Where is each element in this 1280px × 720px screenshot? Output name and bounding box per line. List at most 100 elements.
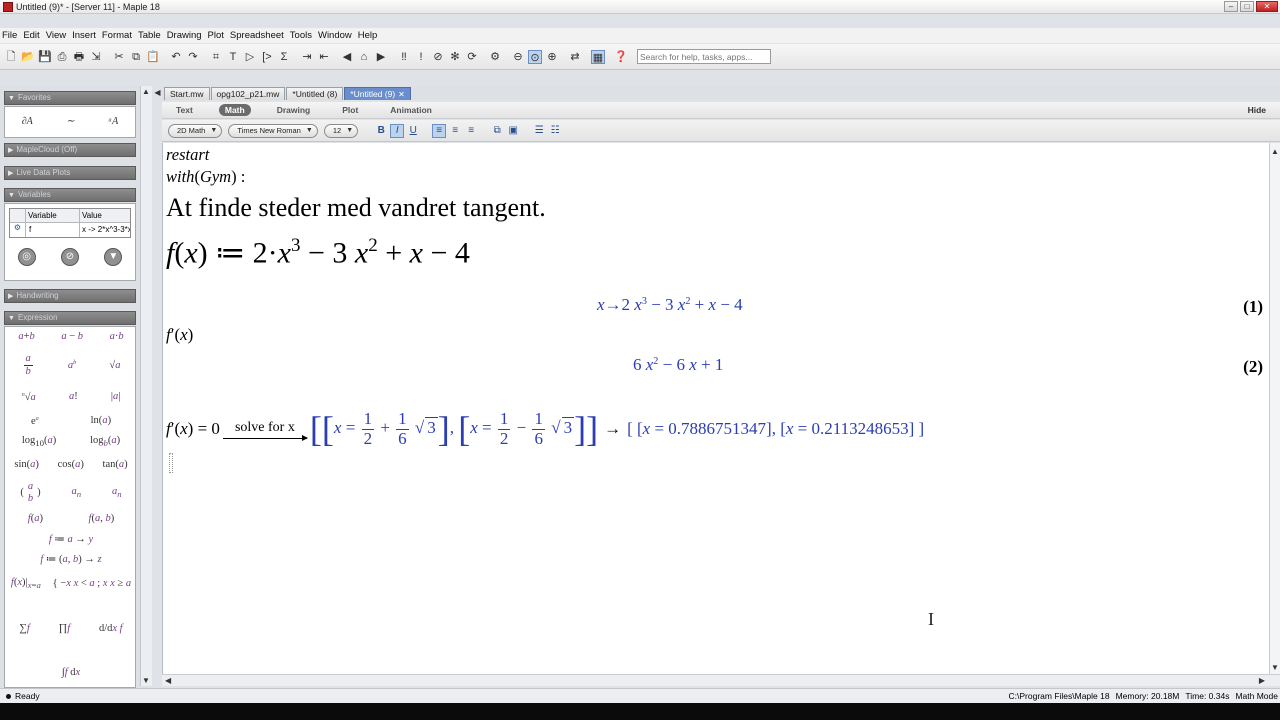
settings-icon[interactable]: ⚙ <box>488 50 502 64</box>
font-dropdown[interactable]: Times New Roman <box>228 123 318 138</box>
expression-item[interactable]: f(a, b) <box>89 513 115 524</box>
font-size-dropdown[interactable]: 12 <box>323 123 359 138</box>
highlight-icon[interactable]: ▣ <box>506 124 520 138</box>
cut-icon[interactable]: ✂ <box>112 50 126 64</box>
favorite-item[interactable]: ∂A <box>22 116 33 127</box>
sum-icon[interactable]: Σ <box>277 50 291 64</box>
section-heading[interactable]: At finde steder med vandret tangent. <box>166 193 546 223</box>
hide-button[interactable]: Hide <box>1248 105 1266 115</box>
expression-item[interactable]: d/dx f <box>99 623 123 634</box>
align-left-icon[interactable]: ≡ <box>432 123 447 138</box>
menu-help[interactable]: Help <box>358 30 378 41</box>
print-icon[interactable]: 🖶 <box>72 50 86 64</box>
maximize-icon[interactable]: □ <box>1240 1 1254 12</box>
mode-text[interactable]: Text <box>170 104 199 116</box>
help-icon[interactable]: ❓ <box>614 50 628 64</box>
mode-plot[interactable]: Plot <box>336 104 364 116</box>
sidebar-scrollbar[interactable]: ▲ ▼ <box>140 86 152 686</box>
with-command[interactable]: with(Gym) : <box>166 167 245 187</box>
tab-start[interactable]: Start.mw <box>164 87 210 100</box>
expression-item[interactable]: a! <box>69 391 78 402</box>
worksheet[interactable]: restart with(Gym) : At finde steder med … <box>162 143 1269 674</box>
tab-opg102[interactable]: opg102_p21.mw <box>210 87 286 100</box>
align-center-icon[interactable]: ≡ <box>448 124 462 138</box>
collapse-palettes-icon[interactable]: ◀ <box>153 86 162 100</box>
scroll-left-icon[interactable]: ◀ <box>165 676 171 685</box>
solve-row[interactable]: f′(x) = 0 solve for x [[x = 12 + 16 √ 3],… <box>166 405 924 453</box>
menu-view[interactable]: View <box>46 30 66 41</box>
expression-item[interactable]: cos(a) <box>58 459 84 470</box>
show-variables-icon[interactable]: ◎ <box>17 248 36 266</box>
save-icon[interactable]: 💾 <box>38 50 52 64</box>
execution-group-icon[interactable]: ▷ <box>243 50 257 64</box>
expression-item[interactable]: a+b <box>18 331 34 342</box>
expression-item[interactable]: ∑f <box>19 623 29 634</box>
expression-item[interactable]: sin(a) <box>14 459 39 470</box>
column-header-value[interactable]: Value <box>80 209 130 222</box>
mode-drawing[interactable]: Drawing <box>271 104 317 116</box>
math-mode-dropdown[interactable]: 2D Math <box>168 123 223 138</box>
insert-prompt-icon[interactable]: [> <box>260 50 274 64</box>
bullet-list-icon[interactable]: ☰ <box>532 124 546 138</box>
tab-untitled-9[interactable]: *Untitled (9) ✕ <box>344 87 411 100</box>
expression-item[interactable]: an <box>112 486 122 499</box>
worksheet-horizontal-scrollbar[interactable]: ◀ ▶ <box>162 674 1280 686</box>
expression-item[interactable]: √a <box>109 360 120 371</box>
tab-untitled-8[interactable]: *Untitled (8) <box>286 87 344 100</box>
minimize-icon[interactable]: – <box>1224 1 1238 12</box>
numbered-list-icon[interactable]: ☷ <box>548 124 562 138</box>
expression-item[interactable]: ab <box>68 359 76 371</box>
palette-header-favorites[interactable]: ▼ Favorites <box>4 91 136 105</box>
mode-animation[interactable]: Animation <box>384 104 438 116</box>
search-input[interactable] <box>637 49 771 64</box>
table-row[interactable]: ⚙ f x -> 2*x^3-3*x^2+x-4 <box>10 223 130 237</box>
menu-window[interactable]: Window <box>318 30 352 41</box>
execute-all-icon[interactable]: ‼ <box>397 50 411 64</box>
insert-math-icon[interactable]: ⌗ <box>209 50 223 64</box>
palette-header-handwriting[interactable]: ▶ Handwriting <box>4 289 136 303</box>
underline-icon[interactable]: U <box>406 124 420 138</box>
expression-item[interactable]: n√a <box>22 391 36 403</box>
debug-icon[interactable]: ✻ <box>448 50 462 64</box>
undo-icon[interactable]: ↶ <box>169 50 183 64</box>
menu-insert[interactable]: Insert <box>72 30 96 41</box>
expression-item[interactable]: log10(a) <box>22 435 56 448</box>
scroll-up-icon[interactable]: ▲ <box>1271 147 1279 156</box>
expression-item[interactable]: (a b) <box>20 481 40 504</box>
new-document-icon[interactable]: 🗋 <box>4 50 18 64</box>
expression-item[interactable]: f(a) <box>28 513 43 524</box>
restart-command[interactable]: restart <box>166 145 209 165</box>
menu-format[interactable]: Format <box>102 30 132 41</box>
align-right-icon[interactable]: ≡ <box>464 124 478 138</box>
close-tab-icon[interactable]: ✕ <box>398 90 405 99</box>
menu-plot[interactable]: Plot <box>208 30 224 41</box>
interrupt-icon[interactable]: ⊘ <box>431 50 445 64</box>
scroll-right-icon[interactable]: ▶ <box>1259 676 1265 685</box>
palette-header-variables[interactable]: ▼ Variables <box>4 188 136 202</box>
zoom-in-icon[interactable]: ⊕ <box>545 50 559 64</box>
expression-item[interactable]: ∏f <box>59 623 71 634</box>
copy-icon[interactable]: ⧉ <box>129 50 143 64</box>
expression-item[interactable]: f(x)|x=a <box>11 577 41 590</box>
insert-text-icon[interactable]: T <box>226 50 240 64</box>
function-definition[interactable]: f(x) ≔ 2·x3 − 3 x2 + x − 4 <box>166 235 470 270</box>
mode-math[interactable]: Math <box>218 104 251 116</box>
menu-tools[interactable]: Tools <box>290 30 312 41</box>
scroll-down-icon[interactable]: ▼ <box>142 676 150 685</box>
menu-edit[interactable]: Edit <box>23 30 39 41</box>
restart-icon[interactable]: ⟳ <box>465 50 479 64</box>
expression-item[interactable]: ln(a) <box>91 415 111 426</box>
execute-icon[interactable]: ! <box>414 50 428 64</box>
back-icon[interactable]: ◀ <box>340 50 354 64</box>
favorite-item[interactable]: ᵃA <box>108 116 118 127</box>
palette-header-expression[interactable]: ▼ Expression <box>4 311 136 325</box>
print-preview-icon[interactable]: ⎙ <box>55 50 69 64</box>
expression-item[interactable]: |a| <box>111 391 120 402</box>
expression-item[interactable]: ∫f dx <box>62 667 80 678</box>
export-icon[interactable]: ⇲ <box>89 50 103 64</box>
favorite-item[interactable]: ∼ <box>66 116 74 127</box>
menu-drawing[interactable]: Drawing <box>167 30 202 41</box>
scroll-down-icon[interactable]: ▼ <box>1271 663 1279 672</box>
expression-item[interactable]: an <box>71 486 81 499</box>
derivative-input[interactable]: f′(x) <box>166 325 193 345</box>
